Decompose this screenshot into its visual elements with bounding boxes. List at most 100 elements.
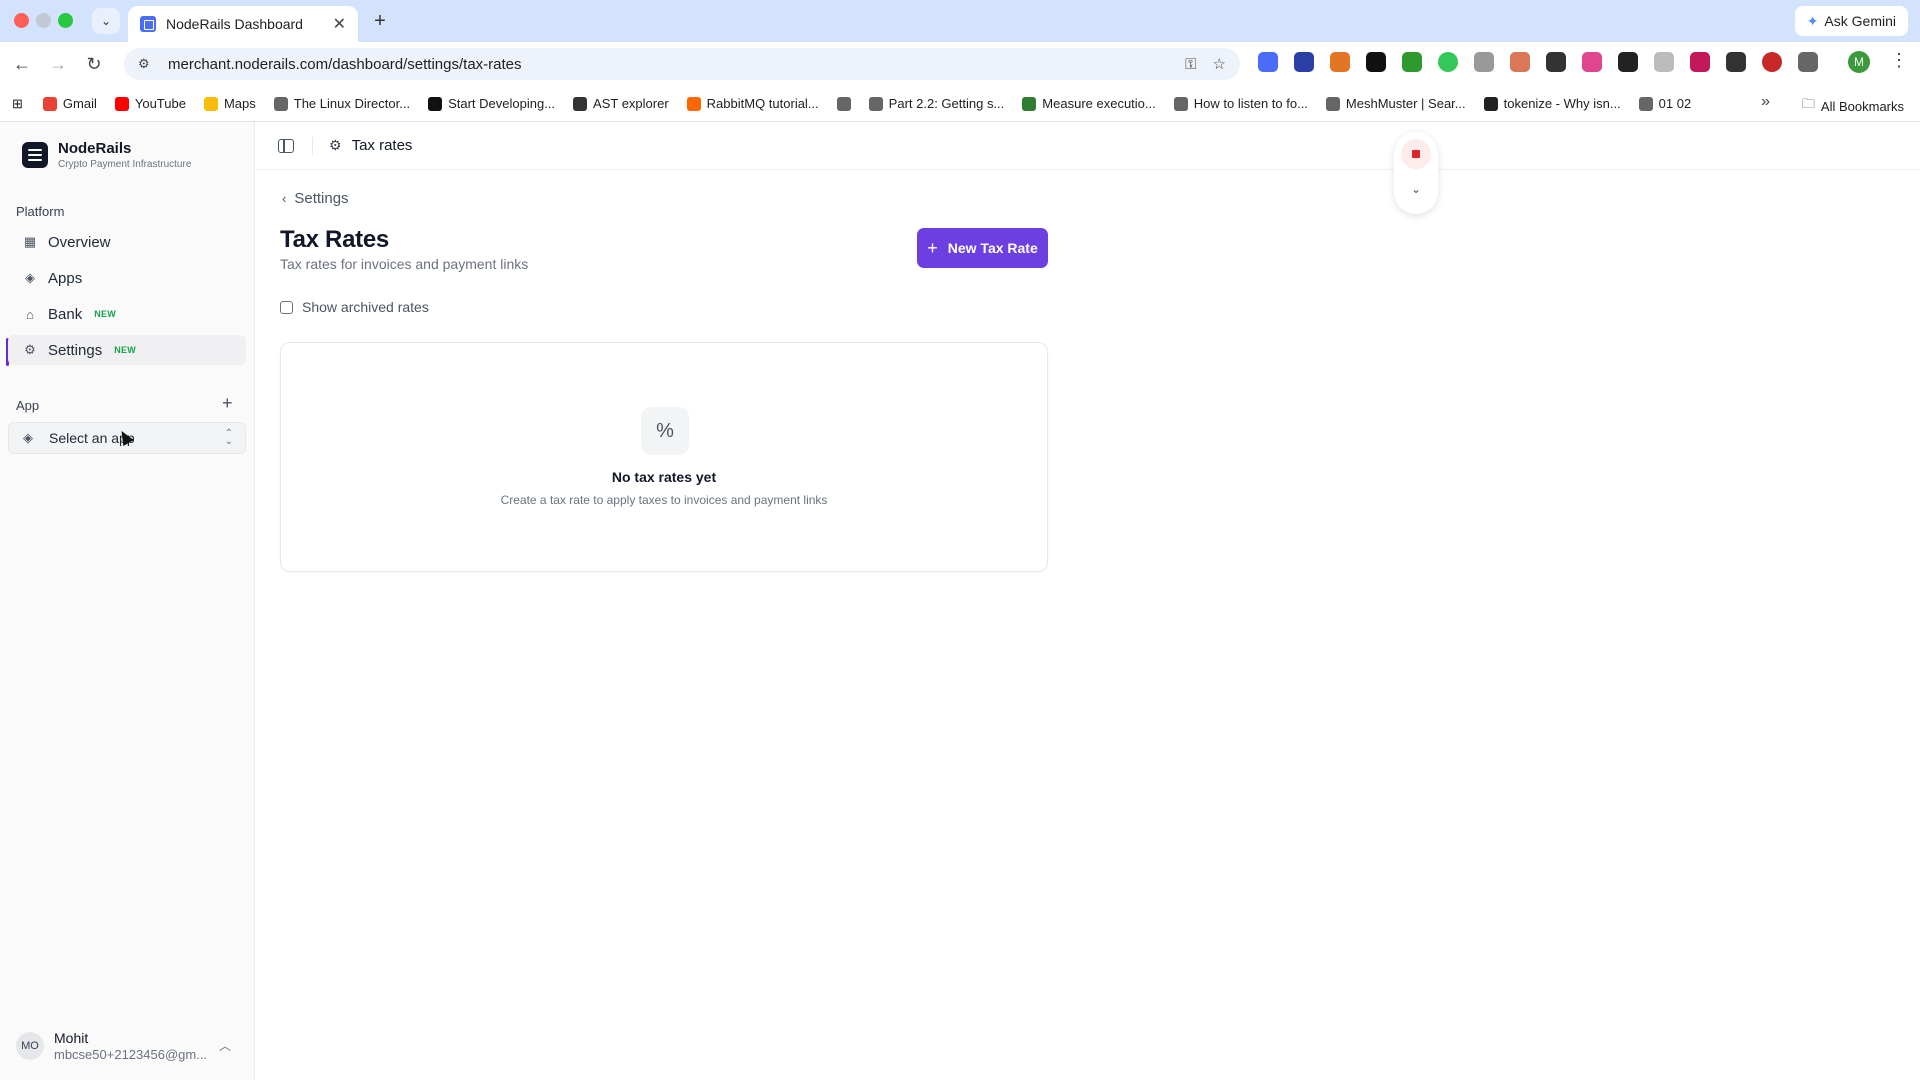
- extension-icon[interactable]: [1690, 52, 1710, 72]
- claude-icon[interactable]: [1510, 52, 1530, 72]
- extension-icon[interactable]: [1546, 52, 1566, 72]
- extension-icon[interactable]: [1474, 52, 1494, 72]
- bookmark-item[interactable]: AST explorer: [573, 96, 669, 111]
- platform-section-label: Platform: [16, 204, 65, 219]
- folder-icon: 🗀: [1801, 96, 1815, 111]
- browser-tab-bar: ⌄ NodeRails Dashboard ✕ + ✦ Ask Gemini: [0, 0, 1920, 42]
- extension-icon[interactable]: [1726, 52, 1746, 72]
- page-subtitle: Tax rates for invoices and payment links: [280, 256, 529, 272]
- grid-icon: ▦: [23, 234, 37, 249]
- password-key-icon[interactable]: ⚿: [1185, 56, 1196, 73]
- browser-tab[interactable]: NodeRails Dashboard ✕: [128, 6, 358, 42]
- breadcrumb: Tax rates: [351, 137, 413, 154]
- bookmark-favicon-icon: [428, 96, 443, 111]
- sidebar-toggle-icon[interactable]: [278, 138, 294, 153]
- extension-icon[interactable]: [1618, 52, 1638, 72]
- bookmark-favicon-icon: [273, 96, 288, 111]
- bookmark-item[interactable]: Measure executio...: [1022, 96, 1156, 111]
- back-to-settings-link[interactable]: ‹ Settings: [282, 190, 349, 207]
- sidebar-item-overview[interactable]: ▦ Overview: [8, 227, 246, 257]
- chevron-down-icon: ⌄: [100, 14, 112, 28]
- page-header: ⚙ Tax rates: [256, 122, 1920, 170]
- profile-avatar[interactable]: M: [1848, 51, 1870, 73]
- sidebar-item-label: Overview: [48, 233, 111, 251]
- add-app-button[interactable]: +: [222, 393, 233, 414]
- url-bar[interactable]: ⚙ merchant.noderails.com/dashboard/setti…: [124, 48, 1240, 80]
- bookmark-item[interactable]: 01 02: [1638, 96, 1691, 111]
- show-archived-checkbox[interactable]: [280, 300, 293, 314]
- percent-icon: %: [641, 407, 689, 455]
- brand-name: NodeRails: [58, 140, 132, 157]
- new-badge: NEW: [94, 309, 117, 319]
- metamask-icon[interactable]: [1330, 52, 1350, 72]
- brand[interactable]: NodeRails Crypto Payment Infrastructure: [22, 140, 191, 170]
- user-menu[interactable]: MO Mohit mbcse50+2123456@gm...: [16, 1030, 207, 1062]
- bookmark-item[interactable]: Gmail: [42, 96, 97, 111]
- extension-icon[interactable]: [1258, 52, 1278, 72]
- bookmark-item[interactable]: tokenize - Why isn...: [1483, 96, 1621, 111]
- bookmark-favicon-icon: [114, 96, 129, 111]
- noderails-logo-icon: [22, 142, 48, 168]
- forward-arrow-icon[interactable]: →: [46, 52, 70, 76]
- window-maximize-button[interactable]: [58, 13, 73, 28]
- bookmark-item[interactable]: YouTube: [114, 96, 186, 111]
- bookmark-item[interactable]: RabbitMQ tutorial...: [686, 96, 819, 111]
- gemini-icon: ✦: [1806, 12, 1819, 29]
- site-settings-icon[interactable]: ⚙: [138, 56, 154, 72]
- bookmark-item[interactable]: The Linux Director...: [273, 96, 410, 111]
- ask-gemini-button[interactable]: ✦ Ask Gemini: [1794, 6, 1908, 36]
- tab-close-button[interactable]: ✕: [333, 14, 346, 34]
- bookmark-favicon-icon: [203, 96, 218, 111]
- tab-search-button[interactable]: ⌄: [92, 8, 120, 34]
- bookmark-item[interactable]: How to listen to fo...: [1173, 96, 1308, 111]
- page-title: Tax Rates: [280, 226, 389, 253]
- chevron-down-icon[interactable]: ⌄: [1394, 182, 1438, 196]
- new-tax-rate-button[interactable]: + New Tax Rate: [917, 228, 1048, 268]
- bookmark-item[interactable]: MeshMuster | Sear...: [1325, 96, 1466, 111]
- puzzle-icon[interactable]: [1798, 52, 1818, 72]
- extension-icon[interactable]: [1366, 52, 1386, 72]
- chevron-left-icon: ‹: [282, 191, 287, 206]
- url-text[interactable]: merchant.noderails.com/dashboard/setting…: [168, 56, 1169, 73]
- app-section-label: App: [16, 398, 40, 413]
- show-archived-label: Show archived rates: [302, 299, 429, 315]
- chevron-up-down-icon: ⌃ ⌄: [224, 428, 233, 447]
- extension-icon[interactable]: [1582, 52, 1602, 72]
- bookmark-item[interactable]: Start Developing...: [428, 96, 555, 111]
- bookmark-item[interactable]: [836, 96, 851, 111]
- bookmark-item[interactable]: Maps: [203, 96, 256, 111]
- favicon-icon: [140, 16, 156, 32]
- sidebar-item-bank[interactable]: ⌂ Bank NEW: [8, 299, 246, 329]
- stop-recording-button[interactable]: [1401, 139, 1431, 169]
- gear-icon: ⚙: [24, 342, 36, 357]
- more-menu-icon[interactable]: ⋮: [1890, 50, 1908, 71]
- show-archived-toggle[interactable]: Show archived rates: [280, 299, 429, 315]
- bookmark-favicon-icon: [836, 96, 851, 111]
- bookmark-favicon-icon: [1638, 96, 1653, 111]
- extension-icon[interactable]: [1294, 52, 1314, 72]
- bookmark-item[interactable]: Part 2.2: Getting s...: [868, 96, 1004, 111]
- reload-icon[interactable]: ↻: [82, 52, 106, 76]
- chevron-up-icon[interactable]: ︿: [219, 1037, 231, 1054]
- all-bookmarks-button[interactable]: 🗀 All Bookmarks: [1802, 95, 1904, 117]
- sidebar: NodeRails Crypto Payment Infrastructure …: [0, 122, 255, 1080]
- more-bookmarks-icon[interactable]: »: [1761, 93, 1770, 111]
- back-arrow-icon[interactable]: ←: [10, 52, 34, 76]
- window-minimize-button[interactable]: [36, 13, 51, 28]
- bookmark-star-icon[interactable]: ☆: [1213, 55, 1226, 73]
- extension-icon[interactable]: [1438, 52, 1458, 72]
- sidebar-item-label: Bank: [48, 305, 83, 323]
- gear-icon: ⚙: [329, 137, 342, 153]
- apps-grid-icon[interactable]: ⊞: [12, 96, 23, 112]
- download-icon[interactable]: [1402, 52, 1422, 72]
- extension-icon[interactable]: [1654, 52, 1674, 72]
- bookmark-favicon-icon: [42, 96, 57, 111]
- user-name: Mohit: [54, 1030, 89, 1046]
- extension-icon[interactable]: [1762, 52, 1782, 72]
- sidebar-item-apps[interactable]: ◈ Apps: [8, 263, 246, 293]
- new-tab-button[interactable]: +: [368, 10, 392, 34]
- bookmark-favicon-icon: [1325, 96, 1340, 111]
- empty-state-description: Create a tax rate to apply taxes to invo…: [500, 493, 828, 507]
- window-close-button[interactable]: [14, 13, 29, 28]
- sidebar-item-settings[interactable]: ⚙ Settings NEW: [8, 335, 246, 365]
